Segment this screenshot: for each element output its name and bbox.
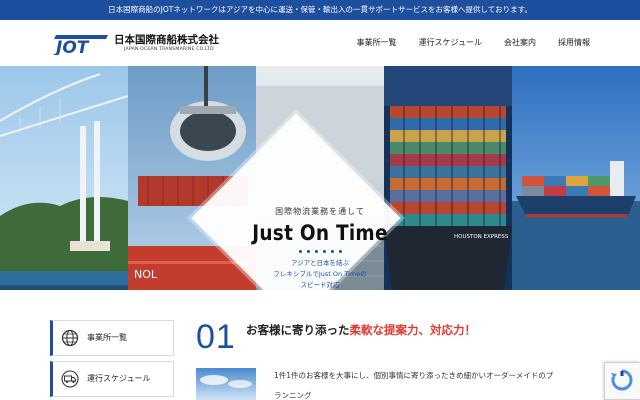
section-body-line1: 1件1件のお客様を大事にし、個別事情に寄り添ったきめ細かいオーダーメイドのプ — [274, 371, 554, 380]
sidebar-item-label: 運行スケジュール — [87, 374, 151, 383]
hero-desc-line1: アジアと日本を結ぶ — [290, 259, 350, 267]
sidebar-item-label: 事業所一覧 — [87, 333, 127, 342]
hero-divider-dots — [240, 250, 400, 253]
announcement-bar: 日本国際商船のJOTネットワークはアジアを中心に運送・保管・輸出入の一貫サポート… — [0, 0, 640, 20]
globe-icon — [61, 329, 79, 347]
company-name: 日本国際商船株式会社 — [114, 34, 219, 46]
nav-recruit[interactable]: 採用情報 — [558, 37, 590, 48]
container-label: NOL — [134, 268, 158, 281]
recaptcha-icon — [611, 369, 633, 391]
section-number: 01 — [196, 318, 236, 356]
hero-desc-line2: フレキシブルでJust On Timeの — [273, 270, 367, 278]
announcement-text: 日本国際商船のJOTネットワークはアジアを中心に運送・保管・輸出入の一貫サポート… — [108, 5, 532, 14]
bridge-photo — [0, 66, 128, 290]
truck-icon — [61, 370, 79, 388]
section-body: 1件1件のお客様を大事にし、個別事情に寄り添ったきめ細かいオーダーメイドのプ ラ… — [274, 366, 604, 400]
logo-mark-text: JOT — [53, 38, 90, 55]
section-body-line2: ランニング — [274, 391, 312, 400]
hero-banner: NOL HOUSTON EXPRESS 国際物流業務を通して Just On T… — [0, 66, 640, 290]
hero-subtitle: 国際物流業務を通して — [275, 207, 365, 216]
section-heading-highlight: 柔軟な提案力、対応力！ — [349, 323, 477, 337]
sidebar-item-schedule[interactable]: 運行スケジュール — [50, 361, 174, 397]
sidebar-menu: 事業所一覧 運行スケジュール — [50, 320, 174, 400]
jot-logo-icon[interactable]: JOT — [50, 33, 110, 55]
section-thumbnail — [196, 368, 256, 400]
hero-description: アジアと日本を結ぶ フレキシブルでJust On Timeの スピード対応 — [240, 258, 400, 290]
main-nav: 事業所一覧 運行スケジュール 会社案内 採用情報 — [357, 37, 590, 48]
cargo-ship-photo — [512, 66, 640, 290]
site-header: JOT 日本国際商船株式会社 JAPAN OCEAN TRANSMARINE C… — [0, 20, 640, 66]
container-ship-photo: HOUSTON EXPRESS — [384, 66, 512, 290]
ship-name-label: HOUSTON EXPRESS — [454, 234, 509, 240]
company-name-en: JAPAN OCEAN TRANSMARINE CO.LTD — [124, 47, 214, 52]
hero-desc-line3: スピード対応 — [300, 281, 340, 289]
hero-title: Just On Time — [252, 221, 388, 245]
recaptcha-badge[interactable] — [604, 362, 640, 400]
nav-offices[interactable]: 事業所一覧 — [357, 37, 397, 48]
nav-company[interactable]: 会社案内 — [504, 37, 536, 48]
section-heading: お客様に寄り添った柔軟な提案力、対応力！ — [246, 322, 476, 338]
hero-caption: 国際物流業務を通して Just On Time アジアと日本を結ぶ フレキシブル… — [240, 206, 400, 290]
sidebar-item-offices[interactable]: 事業所一覧 — [50, 320, 174, 356]
section-heading-plain: お客様に寄り添った — [246, 323, 350, 337]
nav-schedule[interactable]: 運行スケジュール — [419, 37, 482, 48]
